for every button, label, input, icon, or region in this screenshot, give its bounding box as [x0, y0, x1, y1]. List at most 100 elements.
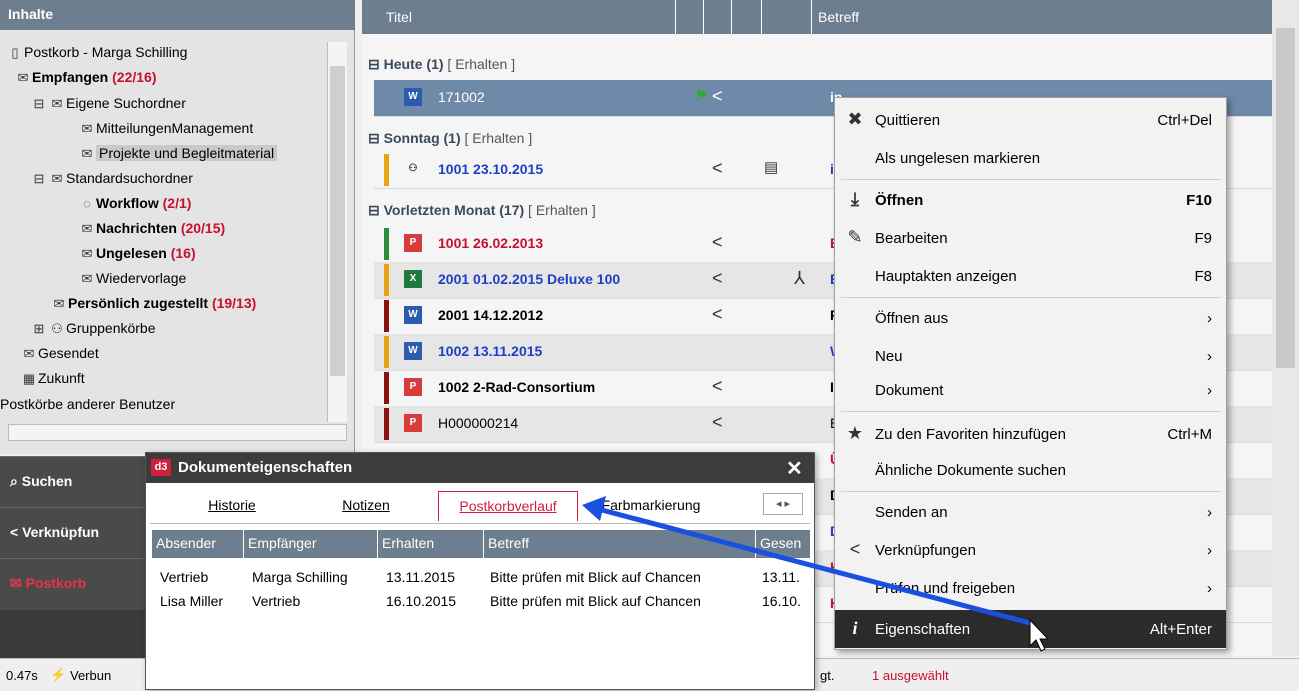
column-erhalten[interactable]: Erhalten	[378, 530, 484, 558]
column-betreff[interactable]: Betreff	[484, 530, 756, 558]
column-title[interactable]: Titel	[380, 0, 676, 34]
column-empfaenger[interactable]: Empfänger	[244, 530, 378, 558]
cell-gesendet: 13.11.	[762, 569, 800, 585]
word-icon: W	[404, 342, 422, 360]
menu-item-eigenschaften[interactable]: i Eigenschaften Alt+Enter	[835, 610, 1226, 648]
column-subject[interactable]: Betreff	[812, 0, 1272, 34]
cell-gesendet: 16.10.	[762, 593, 801, 609]
note-icon: ▤	[764, 159, 779, 176]
cell-erhalten: 16.10.2015	[386, 593, 457, 609]
tree-item-projekte[interactable]: ✉ Projekte und Begleitmaterial	[78, 145, 278, 162]
column-share[interactable]	[704, 0, 732, 34]
tree-scroll-thumb[interactable]	[330, 66, 345, 376]
group-icon: ⚇	[51, 321, 63, 336]
connection-icon: ⚡	[50, 667, 67, 682]
chevron-right-icon: ›	[1207, 382, 1212, 399]
menu-item-verknuepfungen[interactable]: < Verknüpfungen ›	[835, 531, 1226, 569]
chevron-right-icon: ›	[1207, 310, 1212, 327]
menu-item-aehnliche[interactable]: Ähnliche Dokumente suchen	[835, 451, 1226, 489]
menu-item-hauptakten[interactable]: Hauptakten anzeigen F8	[835, 257, 1226, 295]
word-icon: W	[404, 306, 422, 324]
tree-item-workflow[interactable]: ◌ Workflow (2/1)	[78, 195, 191, 211]
info-icon: i	[852, 618, 858, 638]
pdf-icon: P	[404, 378, 422, 396]
chevron-right-icon: ›	[1207, 542, 1212, 559]
menu-item-dokument[interactable]: Dokument ›	[835, 371, 1226, 409]
menu-separator	[841, 411, 1221, 412]
menu-item-oeffnen-aus[interactable]: Öffnen aus ›	[835, 299, 1226, 337]
column-absender[interactable]: Absender	[152, 530, 244, 558]
menu-item-quittieren[interactable]: ✖ Quittieren Ctrl+Del	[835, 101, 1226, 139]
collapse-icon[interactable]: ⊟	[30, 171, 48, 187]
tree-item-persoenlich[interactable]: ✉ Persönlich zugestellt (19/13)	[50, 295, 257, 312]
search-folder-icon: ✉	[81, 121, 93, 136]
column-note[interactable]	[732, 0, 762, 34]
tab-scroll-buttons[interactable]: ◂ ▸	[763, 493, 803, 515]
menu-item-als-ungelesen[interactable]: Als ungelesen markieren	[835, 139, 1226, 177]
nav-empty-area	[0, 610, 145, 658]
menu-separator	[841, 179, 1221, 180]
menu-separator	[841, 491, 1221, 492]
color-marker	[384, 408, 389, 440]
tree-item-postkorb[interactable]: ▯ Postkorb - Marga Schilling	[6, 44, 187, 61]
tab-notizen[interactable]: Notizen	[296, 491, 436, 521]
cell-betreff: Bitte prüfen mit Blick auf Chancen	[490, 593, 701, 609]
tab-postkorbverlauf[interactable]: Postkorbverlauf	[438, 491, 578, 521]
pdf-attachment-icon: ⅄	[794, 268, 805, 288]
cell-absender: Vertrieb	[160, 569, 209, 585]
tree-item-standardsuchordner[interactable]: ⊟ ✉ Standardsuchordner	[30, 170, 193, 187]
column-pdf[interactable]	[762, 0, 812, 34]
tree-item-andere[interactable]: Postkörbe anderer Benutzer	[0, 396, 175, 412]
column-gesendet[interactable]: Gesen	[756, 530, 810, 558]
tree-item-ungelesen[interactable]: ✉ Ungelesen (16)	[78, 245, 196, 262]
color-marker	[384, 336, 389, 368]
contents-panel: Inhalte ▯ Postkorb - Marga Schilling ✉ Emp…	[0, 0, 355, 454]
nav-suchen-button[interactable]: ⌕ Suchen	[0, 456, 145, 508]
tree-item-gesendet[interactable]: ✉ Gesendet	[20, 345, 99, 362]
tree-item-eigene-suchordner[interactable]: ⊟ ✉ Eigene Suchordner	[30, 95, 186, 112]
menu-item-favoriten[interactable]: ★ Zu den Favoriten hinzufügen Ctrl+M	[835, 415, 1226, 453]
status-selected: 1 ausgewählt	[872, 668, 949, 683]
list-scroll-thumb[interactable]	[1276, 28, 1295, 368]
menu-item-neu[interactable]: Neu ›	[835, 337, 1226, 375]
cell-empfaenger: Vertrieb	[252, 593, 301, 609]
tree-item-zukunft[interactable]: ▦ Zukunft	[20, 370, 85, 387]
pdf-icon: P	[404, 414, 422, 432]
tree-item-nachrichten[interactable]: ✉ Nachrichten (20/15)	[78, 220, 226, 237]
close-icon[interactable]: ✕	[786, 456, 803, 481]
tab-farbmarkierung[interactable]: Farbmarkierung	[578, 491, 724, 521]
status-gt: gt.	[820, 668, 835, 683]
share-icon: <	[712, 268, 723, 288]
envelope-icon: ✉	[17, 70, 29, 85]
menu-item-senden-an[interactable]: Senden an ›	[835, 493, 1226, 531]
tab-historie[interactable]: Historie	[172, 491, 292, 521]
color-marker	[384, 264, 389, 296]
column-flag[interactable]	[676, 0, 704, 34]
envelope-icon: ✉	[53, 296, 65, 311]
dialog-title: Dokumenteigenschaften	[178, 459, 353, 476]
search-folder-icon: ✉	[51, 96, 63, 111]
share-icon: <	[10, 524, 23, 540]
nav-postkorb-button[interactable]: ✉ Postkorb	[0, 558, 145, 610]
pdf-icon: P	[404, 234, 422, 252]
tree-item-mitteilungen[interactable]: ✉ MitteilungenManagement	[78, 120, 254, 137]
status-time: 0.47s	[6, 668, 38, 683]
share-icon: <	[712, 232, 723, 252]
tree-item-gruppenkoerbe[interactable]: ⊞ ⚇ Gruppenkörbe	[30, 320, 156, 337]
share-icon: <	[712, 86, 723, 106]
status-connection: Verbun	[70, 668, 112, 683]
workflow-icon: ◌	[83, 196, 91, 211]
menu-item-oeffnen[interactable]: ⤓ Öffnen F10	[835, 181, 1226, 219]
expand-icon[interactable]: ⊞	[30, 321, 48, 337]
collapse-icon[interactable]: ⊟	[30, 96, 48, 112]
tree-horizontal-scrollbar[interactable]	[8, 424, 347, 441]
contents-header: Inhalte	[0, 0, 355, 30]
menu-item-pruefen[interactable]: Prüfen und freigeben ›	[835, 569, 1226, 607]
nav-verknuepfungen-button[interactable]: < Verknüpfun	[0, 507, 145, 559]
tree-item-empfangen[interactable]: ✉ Empfangen (22/16)	[14, 69, 157, 86]
d3-logo: d3	[151, 459, 171, 476]
share-icon: <	[712, 158, 723, 178]
menu-item-bearbeiten[interactable]: ✎ Bearbeiten F9	[835, 219, 1226, 257]
close-icon: ✖	[847, 109, 863, 129]
tree-item-wiedervorlage[interactable]: ✉ Wiedervorlage	[78, 270, 187, 287]
